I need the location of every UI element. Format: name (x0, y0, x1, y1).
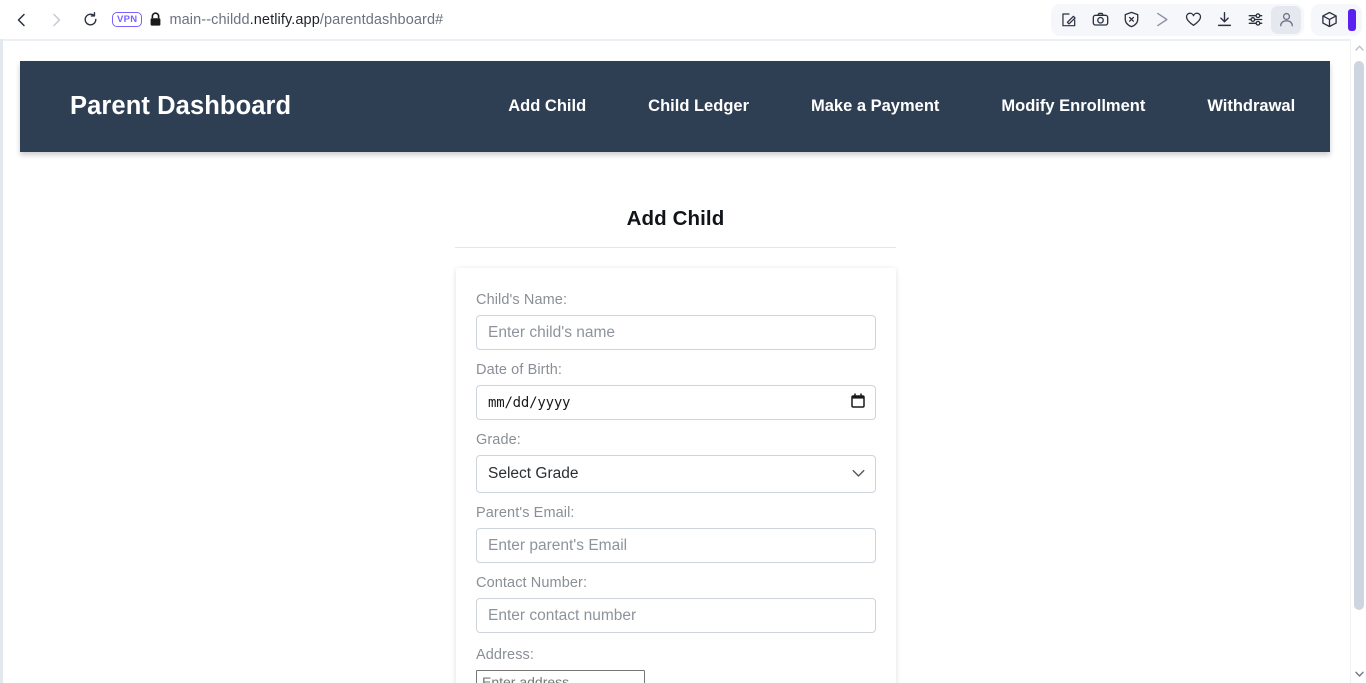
date-of-birth-placeholder: mm/dd/yyyy (488, 394, 571, 411)
cube-extension-icon (1321, 11, 1337, 28)
camera-screenshot-icon (1092, 12, 1108, 26)
address-label: Address: (476, 647, 535, 663)
profile-account-button[interactable] (1271, 5, 1301, 34)
field-group-contact-number: Contact Number: (476, 575, 876, 633)
settings-sliders-icon (1248, 13, 1262, 26)
grade-label: Grade: (476, 432, 521, 448)
shield-block-icon (1124, 11, 1138, 28)
address-bar[interactable]: VPN main--childd.netlify.app/parentdashb… (112, 5, 1051, 35)
reload-button[interactable] (74, 5, 106, 35)
extension-active-indicator[interactable] (1348, 8, 1356, 31)
nav-link-child-ledger[interactable]: Child Ledger (617, 97, 780, 116)
browser-chrome: VPN main--childd.netlify.app/parentdashb… (0, 0, 1366, 39)
padlock-icon[interactable] (149, 12, 162, 27)
back-button[interactable] (6, 5, 38, 35)
nav-link-withdrawal[interactable]: Withdrawal (1176, 97, 1326, 116)
chevron-left-icon (17, 13, 25, 26)
nav-link-make-a-payment[interactable]: Make a Payment (780, 97, 970, 116)
reload-icon (84, 11, 96, 26)
edit-annotate-button[interactable] (1054, 6, 1084, 34)
page-viewport: Parent Dashboard Add Child Child Ledger … (0, 39, 1366, 683)
download-icon (1217, 11, 1231, 27)
chevron-up-icon (1354, 45, 1364, 51)
page-content: Add Child Child's Name: Date of Birth: m… (0, 152, 1350, 683)
page-title: Add Child (455, 152, 896, 248)
heart-favorite-button[interactable] (1178, 6, 1208, 34)
url-host: .netlify.app (249, 11, 320, 28)
navbar-links: Add Child Child Ledger Make a Payment Mo… (477, 97, 1366, 116)
shield-block-button[interactable] (1116, 6, 1146, 34)
grade-select-wrapper: Select Grade (476, 455, 876, 493)
field-group-grade: Grade: Select Grade (476, 432, 876, 493)
nav-link-modify-enrollment[interactable]: Modify Enrollment (970, 97, 1176, 116)
add-child-form-column: Add Child Child's Name: Date of Birth: m… (455, 152, 896, 683)
vpn-badge[interactable]: VPN (112, 12, 143, 27)
page-scrollbar[interactable] (1350, 39, 1366, 683)
brand-title: Parent Dashboard (70, 92, 292, 120)
profile-account-icon (1279, 12, 1293, 27)
send-arrow-button[interactable] (1147, 6, 1177, 34)
browser-action-group (1051, 3, 1304, 36)
edit-annotate-icon (1062, 12, 1076, 26)
date-of-birth-label: Date of Birth: (476, 362, 563, 378)
url-text[interactable]: main--childd.netlify.app/parentdashboard… (169, 12, 443, 28)
child-name-input[interactable] (476, 315, 876, 350)
grade-select[interactable]: Select Grade (476, 455, 876, 493)
scrollbar-up-button[interactable] (1351, 40, 1366, 56)
field-group-address: Address: (476, 647, 876, 683)
parent-email-label: Parent's Email: (476, 505, 575, 521)
contact-number-input[interactable] (476, 598, 876, 633)
date-of-birth-input[interactable]: mm/dd/yyyy (476, 385, 876, 420)
chevron-down-icon (1354, 671, 1364, 677)
url-path: /parentdashboard# (319, 11, 444, 28)
viewport-top-edge (0, 39, 1366, 41)
add-child-form: Child's Name: Date of Birth: mm/dd/yyyy (456, 268, 896, 683)
browser-action-icons (1051, 3, 1366, 36)
camera-screenshot-button[interactable] (1085, 6, 1115, 34)
child-name-label: Child's Name: (476, 292, 568, 308)
field-group-date-of-birth: Date of Birth: mm/dd/yyyy (476, 362, 876, 420)
date-of-birth-wrapper: mm/dd/yyyy (476, 385, 876, 420)
scrollbar-thumb[interactable] (1354, 61, 1364, 610)
grade-selected-value: Select Grade (488, 465, 579, 482)
settings-sliders-button[interactable] (1240, 6, 1270, 34)
contact-number-label: Contact Number: (476, 575, 588, 591)
cube-extension-button[interactable] (1314, 6, 1344, 34)
calendar-icon[interactable] (851, 392, 865, 413)
download-button[interactable] (1209, 6, 1239, 34)
send-arrow-icon (1156, 12, 1168, 27)
site-navbar: Parent Dashboard Add Child Child Ledger … (20, 61, 1366, 152)
chevron-right-icon (53, 13, 61, 26)
scrollbar-down-button[interactable] (1351, 666, 1366, 682)
nav-link-add-child[interactable]: Add Child (477, 97, 617, 116)
forward-button[interactable] (40, 5, 72, 35)
field-group-parent-email: Parent's Email: (476, 505, 876, 563)
url-subdomain: main--childd (169, 11, 250, 28)
browser-nav-buttons (0, 5, 106, 35)
parent-email-input[interactable] (476, 528, 876, 563)
browser-extension-group (1311, 3, 1362, 36)
address-textarea[interactable] (476, 670, 645, 683)
field-group-child-name: Child's Name: (476, 292, 876, 350)
heart-favorite-icon (1185, 12, 1201, 27)
